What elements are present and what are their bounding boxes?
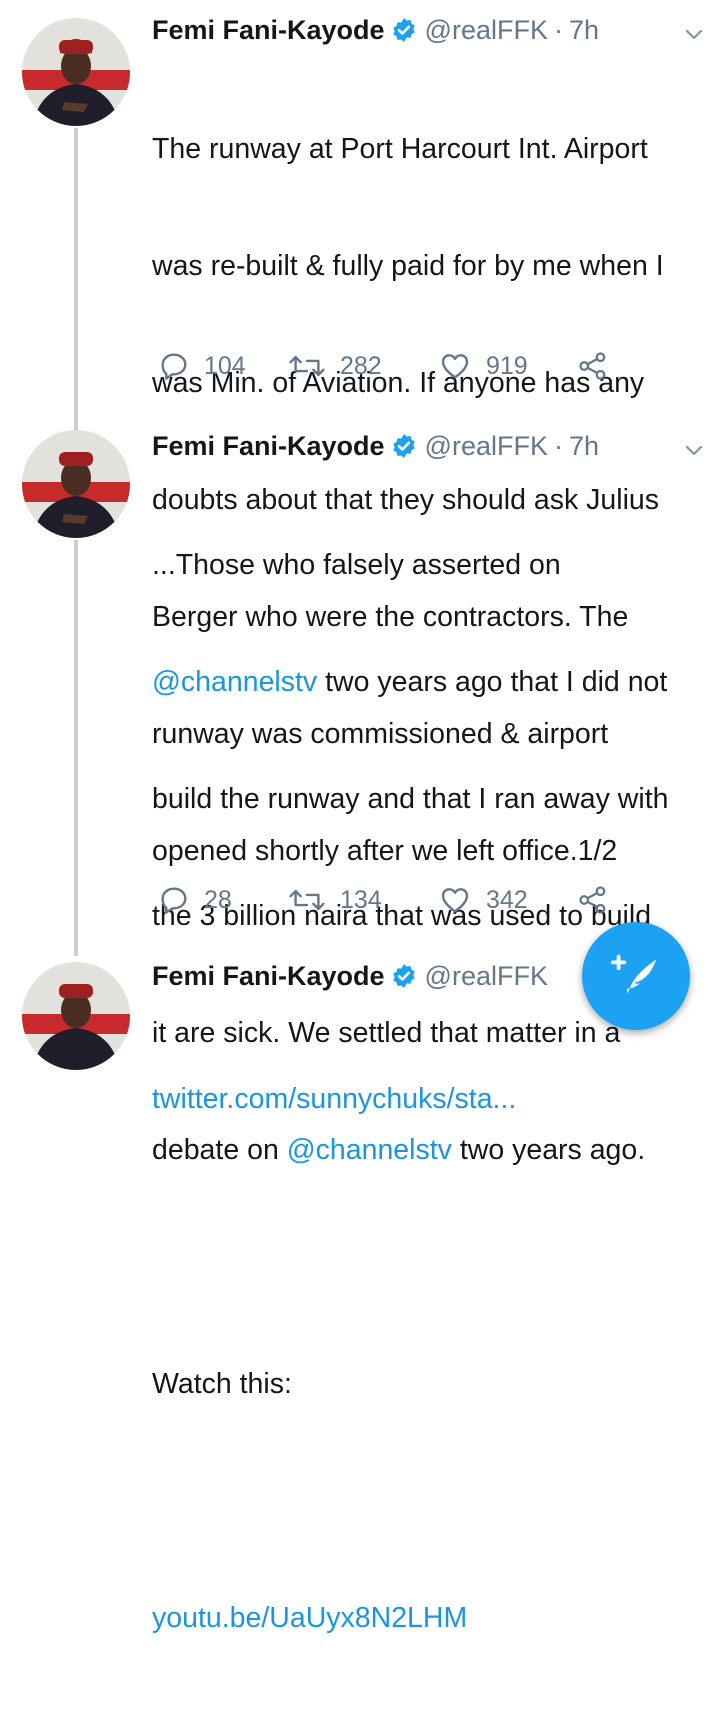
share-button[interactable] [578, 885, 608, 915]
like-button[interactable]: 342 [438, 884, 578, 916]
reply-count: 28 [204, 885, 232, 914]
reply-button[interactable]: 104 [158, 350, 288, 382]
compose-tweet-icon [607, 945, 665, 1008]
like-count: 342 [486, 885, 528, 914]
compose-tweet-button[interactable] [582, 922, 690, 1030]
avatar[interactable] [22, 962, 130, 1070]
author-handle[interactable]: @realFFK [425, 961, 548, 992]
tweet-line: was re-built & fully paid for by me when… [152, 250, 664, 282]
retweet-count: 282 [340, 351, 382, 380]
tweet-text-span: two years ago that I did not [317, 666, 668, 698]
reply-icon [158, 350, 190, 382]
retweet-icon [288, 350, 326, 382]
share-icon [578, 351, 608, 381]
retweet-icon [288, 884, 326, 916]
tweet-header: Femi Fani-Kayode @realFFK · 7h [152, 10, 700, 50]
reply-icon [158, 884, 190, 916]
tweet-line: @channelstv two years ago that I did not [152, 663, 702, 702]
separator-dot: · [553, 14, 563, 45]
retweet-button[interactable]: 134 [288, 884, 438, 916]
like-icon [438, 884, 472, 916]
tweet-line: ...Those who falsely asserted on [152, 549, 561, 581]
chevron-down-icon[interactable] [682, 22, 706, 51]
tweet-actions: 28 134 342 [158, 884, 608, 916]
like-icon [438, 350, 472, 382]
timestamp[interactable]: 7h [569, 431, 599, 462]
tweet[interactable]: Femi Fani-Kayode @realFFK · 7h The runwa… [0, 0, 720, 867]
verified-badge-icon [391, 963, 417, 989]
chevron-down-icon[interactable] [682, 438, 706, 467]
url-link[interactable]: youtu.be/UaUyx8N2LHM [152, 1599, 702, 1638]
avatar[interactable] [22, 18, 130, 126]
tweet-line: build the runway and that I ran away wit… [152, 783, 669, 815]
verified-badge-icon [391, 17, 417, 43]
timestamp[interactable]: 7h [569, 15, 599, 46]
tweet-header: Femi Fani-Kayode @realFFK · 7h [152, 426, 700, 466]
reply-button[interactable]: 28 [158, 884, 288, 916]
share-button[interactable] [578, 351, 608, 381]
retweet-count: 134 [340, 885, 382, 914]
author-name[interactable]: Femi Fani-Kayode [152, 961, 385, 992]
author-handle[interactable]: @realFFK [425, 15, 548, 46]
tweet-actions: 104 282 919 [158, 350, 608, 382]
author-name[interactable]: Femi Fani-Kayode [152, 431, 385, 462]
separator-dot: · [553, 430, 563, 461]
retweet-button[interactable]: 282 [288, 350, 438, 382]
verified-badge-icon [391, 433, 417, 459]
tweet-line: Watch this: [152, 1368, 292, 1400]
share-icon [578, 885, 608, 915]
tweet-text: twitter.com/sunnychuks/sta... [152, 1002, 702, 1197]
like-count: 919 [486, 351, 528, 380]
avatar[interactable] [22, 430, 130, 538]
url-link[interactable]: twitter.com/sunnychuks/sta... [152, 1080, 702, 1119]
author-handle[interactable]: @realFFK [425, 431, 548, 462]
like-button[interactable]: 919 [438, 350, 578, 382]
reply-count: 104 [204, 351, 246, 380]
tweet[interactable]: Femi Fani-Kayode @realFFK · 7h ...Those … [0, 420, 720, 1634]
author-name[interactable]: Femi Fani-Kayode [152, 15, 385, 46]
mention-link[interactable]: @channelstv [152, 666, 317, 698]
tweet-line: The runway at Port Harcourt Int. Airport [152, 133, 648, 165]
